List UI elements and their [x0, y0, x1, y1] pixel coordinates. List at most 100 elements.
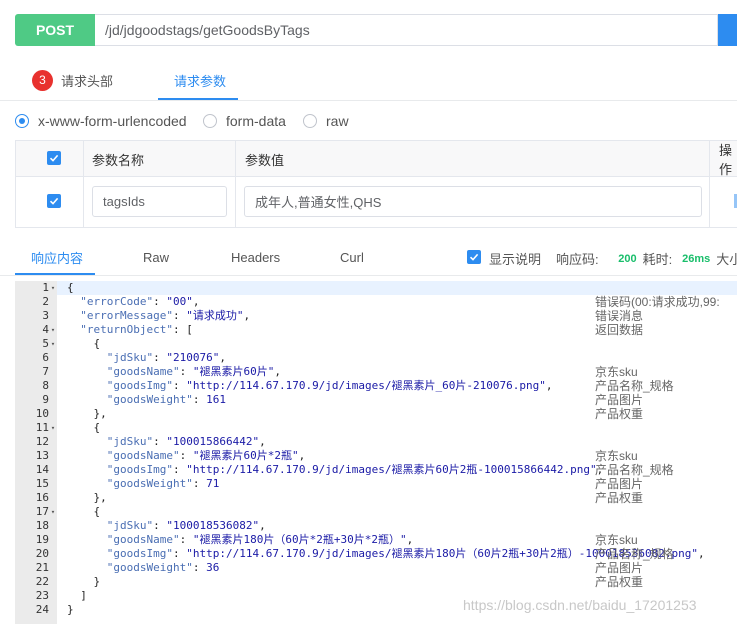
select-all-checkbox[interactable] — [47, 151, 61, 165]
code-text: { — [67, 505, 101, 518]
show-desc-label: 显示说明 — [489, 252, 542, 267]
field-description: 产品权重 — [595, 407, 644, 421]
field-descriptions: 错误码(00:请求成功,99: 错误消息 返回数据 京东sku 产品名称_规格 产品图片产… — [595, 281, 720, 617]
line-number: 2 — [42, 295, 49, 308]
response-tabs-divider — [0, 275, 737, 276]
radio-x-www-form-urlencoded[interactable]: x-www-form-urlencoded — [15, 113, 187, 129]
column-divider — [709, 141, 710, 228]
fold-arrow-icon[interactable]: ▾ — [49, 505, 57, 519]
field-description: 产品图片 — [595, 561, 644, 575]
field-description: 错误消息 — [595, 309, 644, 323]
code-text: "jdSku": "210076", — [106, 351, 226, 364]
line-number: 16 — [35, 491, 49, 504]
tab-response-headers[interactable]: Headers — [231, 245, 280, 269]
field-description: 产品名称_规格 — [595, 463, 674, 477]
radio-form-data[interactable]: form-data — [203, 113, 286, 129]
line-number: 13 — [35, 449, 49, 462]
line-number: 6 — [42, 351, 49, 364]
field-description — [595, 351, 720, 365]
status-code-value: 200 — [618, 252, 637, 265]
code-text: "goodsImg": "http://114.67.170.9/jd/imag… — [106, 379, 553, 392]
field-description: 产品名称_规格 — [595, 547, 674, 561]
line-number: 19 — [35, 533, 49, 546]
column-header-value: 参数值 — [245, 152, 285, 168]
line-number: 7 — [42, 365, 49, 378]
time-value: 26ms — [682, 252, 711, 265]
line-number: 4 — [42, 323, 49, 336]
line-number: 20 — [35, 547, 49, 560]
field-description: 产品名称_规格 — [595, 379, 674, 393]
line-number: 18 — [35, 519, 49, 532]
param-name-input[interactable]: tagsIds — [92, 186, 227, 217]
line-number: 5 — [42, 337, 49, 350]
watermark: https://blog.csdn.net/baidu_17201253 — [463, 597, 697, 613]
tab-response-content[interactable]: 响应内容 — [31, 245, 83, 269]
fold-arrow-icon[interactable]: ▾ — [49, 281, 57, 295]
line-number: 9 — [42, 393, 49, 406]
line-number: 10 — [35, 407, 49, 420]
radio-unselected-icon — [203, 114, 217, 128]
column-header-action: 操作 — [719, 143, 733, 177]
time-label: 耗时: — [642, 252, 673, 267]
tab-response-raw[interactable]: Raw — [143, 245, 169, 269]
field-description: 京东sku — [595, 365, 638, 379]
tabs-divider — [0, 100, 737, 101]
headers-count-badge: 3 — [32, 69, 53, 91]
line-number: 14 — [35, 463, 49, 476]
radio-selected-icon — [15, 114, 29, 128]
show-desc-checkbox[interactable] — [467, 250, 481, 264]
line-number: 22 — [35, 575, 49, 588]
code-text: "errorCode": "00", — [80, 295, 200, 308]
field-description — [595, 435, 720, 449]
fold-arrow-icon[interactable]: ▾ — [49, 337, 57, 351]
field-description — [595, 505, 720, 519]
field-description — [595, 281, 720, 295]
field-description: 京东sku — [595, 533, 638, 547]
radio-label: x-www-form-urlencoded — [38, 113, 187, 129]
line-number: 12 — [35, 435, 49, 448]
tab-request-params[interactable]: 请求参数 — [174, 60, 226, 100]
size-label: 大小 — [716, 252, 737, 267]
param-row-checkbox[interactable] — [47, 194, 61, 208]
line-number: 11 — [35, 421, 49, 434]
fold-arrow-icon[interactable]: ▾ — [49, 323, 57, 337]
code-text: } — [67, 603, 74, 616]
code-text: "goodsImg": "http://114.67.170.9/jd/imag… — [106, 463, 604, 476]
line-number: 15 — [35, 477, 49, 490]
radio-raw[interactable]: raw — [303, 113, 349, 129]
field-description: 产品图片 — [595, 393, 644, 407]
send-button[interactable] — [718, 14, 737, 46]
line-number: 21 — [35, 561, 49, 574]
param-value-input[interactable]: 成年人,普通女性,QHS — [244, 186, 702, 217]
field-description: 产品权重 — [595, 575, 644, 589]
code-text: "goodsName": "褪黑素片60片*2瓶", — [106, 449, 306, 462]
method-button[interactable]: POST — [15, 14, 95, 46]
tab-response-curl[interactable]: Curl — [340, 245, 364, 269]
field-description — [595, 421, 720, 435]
code-text: "returnObject": [ — [80, 323, 193, 336]
column-divider — [83, 141, 84, 228]
field-description: 错误码(00:请求成功,99: — [595, 295, 720, 309]
field-description: 返回数据 — [595, 323, 644, 337]
tab-request-headers[interactable]: 3 请求头部 — [32, 60, 113, 100]
field-description — [595, 519, 720, 533]
code-text: "goodsWeight": 161 — [106, 393, 226, 406]
url-input[interactable]: /jd/jdgoodstags/getGoodsByTags — [95, 14, 718, 46]
code-text: "goodsName": "褪黑素片180片（60片*2瓶+30片*2瓶）", — [106, 533, 414, 546]
fold-arrow-icon[interactable]: ▾ — [49, 421, 57, 435]
status-code-label: 响应码: — [556, 252, 599, 267]
line-number: 24 — [35, 603, 49, 616]
line-number: 23 — [35, 589, 49, 602]
